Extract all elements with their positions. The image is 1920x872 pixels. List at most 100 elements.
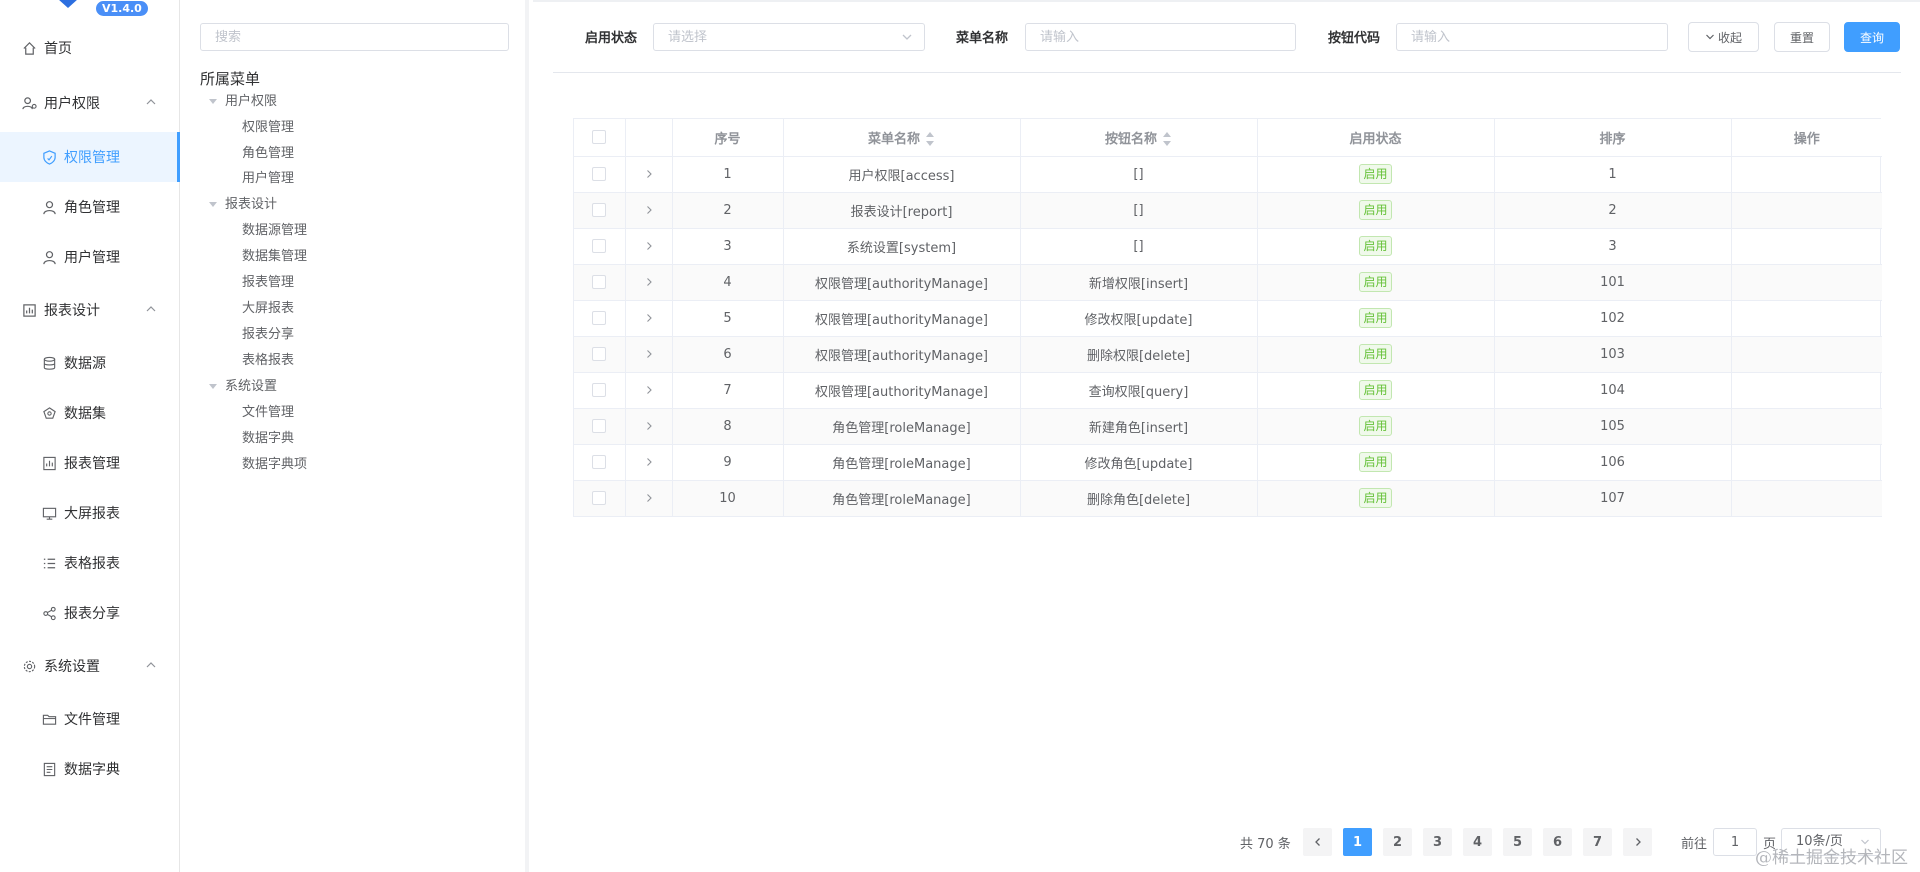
row-expand-cell[interactable] bbox=[625, 408, 673, 445]
table-row[interactable]: 3 系统设置[system][] 启用 3 bbox=[574, 228, 1882, 265]
checkbox[interactable] bbox=[592, 347, 607, 361]
sort-icon[interactable] bbox=[925, 132, 935, 147]
tree-leaf[interactable]: 权限管理 bbox=[242, 117, 294, 139]
nav-file-manage[interactable]: 文件管理 bbox=[0, 694, 180, 744]
page-button[interactable]: 3 bbox=[1423, 828, 1452, 856]
tree-leaf[interactable]: 报表分享 bbox=[242, 324, 294, 346]
table-row[interactable]: 1 用户权限[access][] 启用 1 bbox=[574, 156, 1882, 193]
status-select[interactable] bbox=[653, 23, 925, 51]
table-row[interactable]: 6 权限管理[authorityManage] 删除权限[delete] 启用 103 bbox=[574, 336, 1882, 373]
menu-name-input[interactable] bbox=[1025, 23, 1296, 51]
tree-leaf[interactable]: 数据集管理 bbox=[242, 246, 307, 268]
checkbox[interactable] bbox=[592, 203, 607, 217]
tree-leaf[interactable]: 文件管理 bbox=[242, 402, 294, 424]
page-button[interactable]: 4 bbox=[1463, 828, 1492, 856]
row-expand-cell[interactable] bbox=[625, 372, 673, 409]
header-select-all[interactable] bbox=[574, 119, 626, 157]
checkbox[interactable] bbox=[592, 311, 607, 325]
page-button[interactable]: 2 bbox=[1383, 828, 1412, 856]
row-select-cell[interactable] bbox=[574, 336, 626, 373]
chevron-right-icon[interactable] bbox=[644, 205, 654, 215]
nav-report-design[interactable]: 报表设计 bbox=[0, 285, 180, 335]
checkbox[interactable] bbox=[592, 419, 607, 433]
chevron-right-icon[interactable] bbox=[644, 169, 654, 179]
table-row[interactable]: 10 角色管理[roleManage] 删除角色[delete] 启用 107 bbox=[574, 480, 1882, 517]
tree-search-input[interactable] bbox=[200, 23, 509, 51]
nav-system[interactable]: 系统设置 bbox=[0, 641, 180, 691]
table-row[interactable]: 4 权限管理[authorityManage] 新增权限[insert] 启用 101 bbox=[574, 264, 1882, 301]
tree-leaf[interactable]: 数据字典项 bbox=[242, 454, 307, 476]
row-expand-cell[interactable] bbox=[625, 336, 673, 373]
checkbox[interactable] bbox=[592, 130, 607, 145]
status-select-input[interactable] bbox=[653, 23, 925, 51]
row-select-cell[interactable] bbox=[574, 300, 626, 337]
checkbox[interactable] bbox=[592, 491, 607, 505]
next-page-button[interactable] bbox=[1623, 828, 1652, 856]
tree-leaf[interactable]: 数据源管理 bbox=[242, 220, 307, 242]
checkbox[interactable] bbox=[592, 383, 607, 397]
tree-leaf[interactable]: 报表管理 bbox=[242, 272, 294, 294]
nav-home[interactable]: 首页 bbox=[0, 23, 180, 73]
button-code-input[interactable] bbox=[1396, 23, 1668, 51]
nav-dataset[interactable]: 数据集 bbox=[0, 388, 180, 438]
reset-button[interactable]: 重置 bbox=[1774, 22, 1830, 52]
page-button[interactable]: 5 bbox=[1503, 828, 1532, 856]
goto-page-input[interactable] bbox=[1713, 828, 1757, 856]
row-expand-cell[interactable] bbox=[625, 192, 673, 229]
nav-dict[interactable]: 数据字典 bbox=[0, 744, 180, 794]
table-row[interactable]: 7 权限管理[authorityManage] 查询权限[query] 启用 104 bbox=[574, 372, 1882, 409]
chevron-right-icon[interactable] bbox=[644, 385, 654, 395]
tree-leaf[interactable]: 用户管理 bbox=[242, 168, 294, 190]
row-select-cell[interactable] bbox=[574, 408, 626, 445]
chevron-right-icon[interactable] bbox=[644, 493, 654, 503]
tree-leaf[interactable]: 大屏报表 bbox=[242, 298, 294, 320]
collapse-button[interactable]: 收起 bbox=[1688, 22, 1759, 52]
prev-page-button[interactable] bbox=[1303, 828, 1332, 856]
row-select-cell[interactable] bbox=[574, 156, 626, 193]
row-select-cell[interactable] bbox=[574, 480, 626, 517]
row-select-cell[interactable] bbox=[574, 192, 626, 229]
table-row[interactable]: 8 角色管理[roleManage] 新建角色[insert] 启用 105 bbox=[574, 408, 1882, 445]
tree-leaf[interactable]: 角色管理 bbox=[242, 143, 294, 165]
chevron-right-icon[interactable] bbox=[644, 241, 654, 251]
tree-node-report-design[interactable]: 报表设计 bbox=[209, 194, 277, 216]
tree-leaf[interactable]: 数据字典 bbox=[242, 428, 294, 450]
row-expand-cell[interactable] bbox=[625, 300, 673, 337]
checkbox[interactable] bbox=[592, 239, 607, 253]
row-select-cell[interactable] bbox=[574, 228, 626, 265]
nav-datasource[interactable]: 数据源 bbox=[0, 338, 180, 388]
page-button[interactable]: 7 bbox=[1583, 828, 1612, 856]
nav-user-permission[interactable]: 用户权限 bbox=[0, 78, 180, 128]
row-expand-cell[interactable] bbox=[625, 264, 673, 301]
chevron-right-icon[interactable] bbox=[644, 313, 654, 323]
row-select-cell[interactable] bbox=[574, 264, 626, 301]
header-menu-name[interactable]: 菜单名称 bbox=[783, 119, 1021, 157]
tree-node-user-permission[interactable]: 用户权限 bbox=[209, 91, 277, 113]
row-expand-cell[interactable] bbox=[625, 480, 673, 517]
nav-permission-manage[interactable]: 权限管理 bbox=[0, 132, 180, 182]
page-button[interactable]: 6 bbox=[1543, 828, 1572, 856]
chevron-right-icon[interactable] bbox=[644, 421, 654, 431]
row-expand-cell[interactable] bbox=[625, 228, 673, 265]
table-row[interactable]: 5 权限管理[authorityManage] 修改权限[update] 启用 102 bbox=[574, 300, 1882, 337]
row-select-cell[interactable] bbox=[574, 372, 626, 409]
nav-bigscreen[interactable]: 大屏报表 bbox=[0, 488, 180, 538]
checkbox[interactable] bbox=[592, 275, 607, 289]
nav-role-manage[interactable]: 角色管理 bbox=[0, 182, 180, 232]
table-row[interactable]: 2 报表设计[report][] 启用 2 bbox=[574, 192, 1882, 229]
tree-node-system[interactable]: 系统设置 bbox=[209, 376, 277, 398]
row-select-cell[interactable] bbox=[574, 444, 626, 481]
checkbox[interactable] bbox=[592, 455, 607, 469]
chevron-right-icon[interactable] bbox=[644, 457, 654, 467]
table-row[interactable]: 9 角色管理[roleManage] 修改角色[update] 启用 106 bbox=[574, 444, 1882, 481]
chevron-right-icon[interactable] bbox=[644, 277, 654, 287]
query-button[interactable]: 查询 bbox=[1844, 22, 1900, 52]
sort-icon[interactable] bbox=[1162, 132, 1172, 147]
nav-user-manage[interactable]: 用户管理 bbox=[0, 232, 180, 282]
nav-report-manage[interactable]: 报表管理 bbox=[0, 438, 180, 488]
nav-excel-report[interactable]: 表格报表 bbox=[0, 538, 180, 588]
checkbox[interactable] bbox=[592, 167, 607, 181]
chevron-right-icon[interactable] bbox=[644, 349, 654, 359]
page-button[interactable]: 1 bbox=[1343, 828, 1372, 856]
nav-report-share[interactable]: 报表分享 bbox=[0, 588, 180, 638]
